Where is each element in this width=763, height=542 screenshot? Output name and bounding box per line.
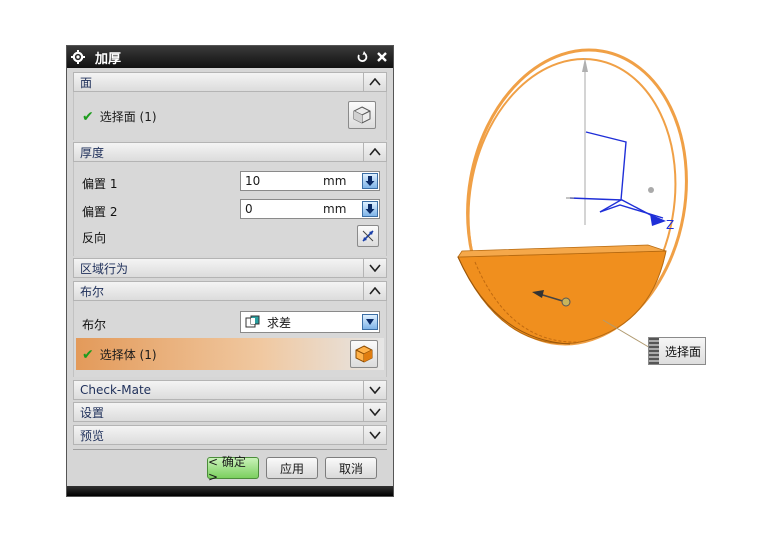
offset2-field[interactable]: 0 mm — [240, 199, 380, 219]
offset1-label: 偏置 1 — [82, 177, 118, 191]
select-face-label: 选择面 (1) — [99, 110, 157, 124]
section-header-settings[interactable]: 设置 — [73, 402, 387, 422]
dialog-title: 加厚 — [95, 51, 122, 67]
section-body-boolean: 布尔 求差 ✔ 选择体 (1) — [73, 301, 387, 377]
csys-icon — [569, 131, 664, 221]
section-body-thickness: 偏置 1 10 mm 偏置 2 0 mm 反向 — [73, 162, 387, 256]
section-header-face[interactable]: 面 — [73, 72, 387, 92]
reverse-direction-button[interactable] — [357, 225, 379, 247]
offset2-label: 偏置 2 — [82, 205, 118, 219]
chevron-down-icon[interactable] — [363, 381, 386, 399]
reset-icon[interactable] — [353, 48, 371, 66]
thickened-body — [457, 250, 667, 344]
offset2-value[interactable]: 0 — [245, 202, 323, 216]
chevron-down-icon[interactable] — [362, 314, 378, 330]
select-face-row[interactable]: ✔ 选择面 (1) — [82, 108, 157, 125]
select-face-button[interactable] — [348, 101, 376, 129]
thicken-dialog: 加厚 面 ✔ 选择面 (1) 厚度 偏置 1 10 mm 偏置 2 0 mm 反… — [66, 45, 394, 497]
orange-cube-icon — [355, 345, 373, 363]
section-checkmate-label: Check-Mate — [80, 383, 152, 397]
ok-button[interactable]: < 确定 > — [207, 455, 259, 484]
boolean-select[interactable]: 求差 — [240, 311, 380, 333]
offset1-value[interactable]: 10 — [245, 174, 323, 188]
divider — [73, 449, 387, 450]
offset2-unit: mm — [323, 202, 347, 216]
boolean-value: 求差 — [267, 315, 292, 330]
graphics-viewport[interactable]: Z — [420, 40, 720, 360]
reverse-label: 反向 — [82, 231, 107, 245]
select-body-button[interactable] — [350, 340, 378, 368]
z-axis-label: Z — [666, 218, 674, 232]
offset1-unit: mm — [323, 174, 347, 188]
section-header-region-behavior[interactable]: 区域行为 — [73, 258, 387, 278]
checkmark-icon: ✔ — [82, 108, 94, 125]
apply-button[interactable]: 应用 — [266, 457, 318, 479]
select-body-row[interactable]: ✔ 选择体 (1) — [76, 338, 384, 370]
grip-icon — [649, 338, 659, 364]
section-boolean-label: 布尔 — [80, 284, 105, 299]
arrow-down-icon[interactable] — [362, 201, 378, 217]
section-header-boolean[interactable]: 布尔 — [73, 281, 387, 301]
section-body-face: ✔ 选择面 (1) — [73, 92, 387, 140]
close-icon[interactable] — [373, 48, 391, 66]
section-header-thickness[interactable]: 厚度 — [73, 142, 387, 162]
chevron-up-icon[interactable] — [363, 73, 386, 91]
section-settings-label: 设置 — [80, 405, 105, 420]
chevron-up-icon[interactable] — [363, 282, 386, 300]
cancel-button[interactable]: 取消 — [325, 457, 377, 479]
section-header-preview[interactable]: 预览 — [73, 425, 387, 445]
section-face-label: 面 — [80, 75, 93, 90]
dialog-titlebar: 加厚 — [67, 46, 393, 68]
select-body-label: 选择体 (1) — [99, 348, 157, 362]
callout-label: 选择面 — [665, 344, 702, 359]
dialog-bottom-bar — [67, 486, 393, 496]
offset1-field[interactable]: 10 mm — [240, 171, 380, 191]
section-thickness-label: 厚度 — [80, 145, 105, 160]
chevron-up-icon[interactable] — [363, 143, 386, 161]
select-face-callout: 选择面 — [648, 337, 706, 365]
select-body-content: ✔ 选择体 (1) — [82, 346, 157, 363]
boolean-subtract-icon — [245, 315, 260, 328]
chevron-down-icon[interactable] — [363, 403, 386, 421]
section-region-behavior-label: 区域行为 — [80, 261, 129, 276]
chevron-down-icon[interactable] — [363, 259, 386, 277]
callout-leader — [602, 319, 653, 350]
arrow-down-icon[interactable] — [362, 173, 378, 189]
section-header-checkmate[interactable]: Check-Mate — [73, 380, 387, 400]
chevron-down-icon[interactable] — [363, 426, 386, 444]
gear-icon[interactable] — [69, 48, 87, 66]
checkmark-icon: ✔ — [82, 346, 94, 363]
cube-icon — [353, 106, 371, 124]
section-preview-label: 预览 — [80, 428, 105, 443]
boolean-label: 布尔 — [82, 318, 107, 332]
reverse-direction-icon — [362, 230, 374, 242]
